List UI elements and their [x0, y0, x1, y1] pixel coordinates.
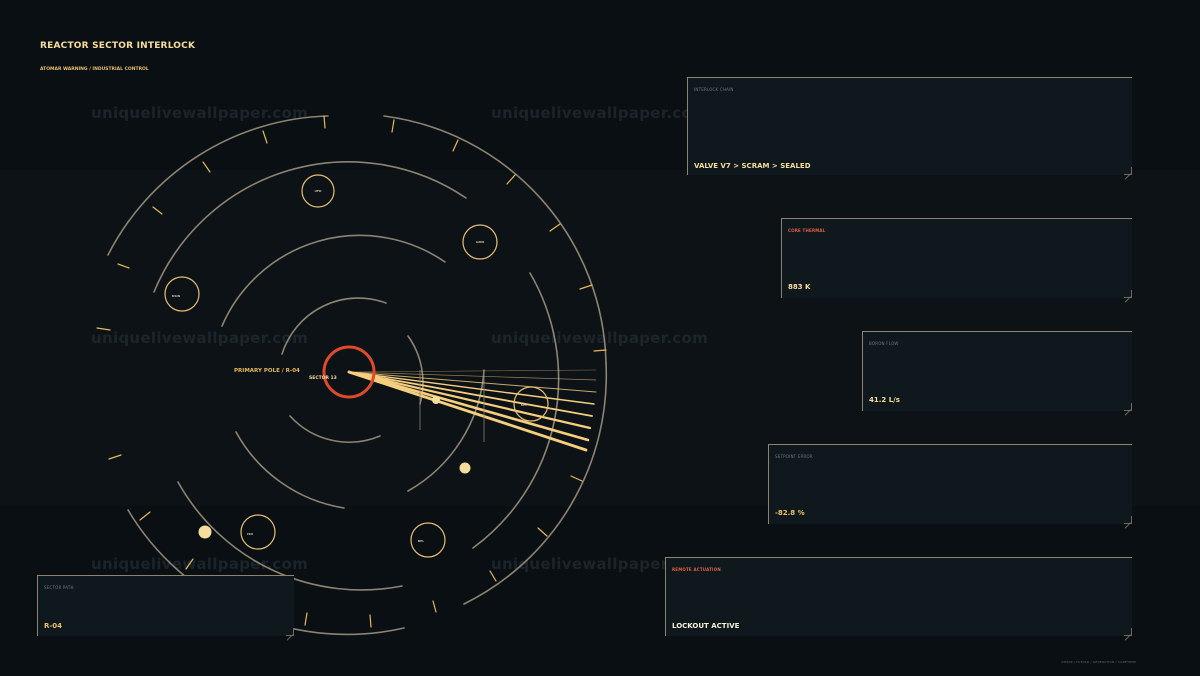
ring-2-arc: [153, 161, 467, 293]
marker-dot: [432, 396, 440, 404]
panel-value: 41.2 L/s: [869, 396, 900, 404]
panel-corner: [1124, 290, 1132, 298]
panel-label: REMOTE ACTUATION: [672, 567, 721, 572]
node-label: GMN: [476, 240, 484, 244]
node-label: BEL: [418, 539, 424, 543]
panel-corner: [1124, 516, 1132, 524]
outer-ring-arc: [107, 115, 329, 256]
panel-label: SECTOR PATH: [44, 585, 74, 590]
panel-value: -82.8 %: [775, 509, 805, 517]
panel-boron-flow: BORON FLOW 41.2 L/s: [862, 331, 1132, 411]
node-sec: [513, 386, 549, 422]
panel-value: 883 K: [788, 283, 811, 291]
ring-3-arc: [221, 234, 446, 327]
ring-3-arc: [235, 431, 345, 509]
panel-corner: [286, 628, 294, 636]
panel-label: CORE THERMAL: [788, 228, 826, 233]
panel-corner: [1124, 167, 1132, 175]
panel-corner: [1124, 628, 1132, 636]
node-bel: [410, 522, 446, 558]
node-dsin: [164, 276, 200, 312]
outer-ring-arc: [383, 115, 607, 364]
panel-sector-path: SECTOR PATH R-04: [37, 575, 294, 636]
panel-core-thermal: CORE THERMAL 883 K: [781, 218, 1132, 298]
panel-label: INTERLOCK CHAIN: [694, 87, 734, 92]
node-label: DSIN: [172, 294, 181, 298]
marker-dot: [198, 525, 212, 539]
panel-value: VALVE V7 > SCRAM > SEALED: [694, 162, 811, 170]
panel-remote-actuation: REMOTE ACTUATION LOCKOUT ACTIVE: [665, 557, 1132, 636]
panel-value: LOCKOUT ACTIVE: [672, 622, 740, 630]
panel-interlock-chain: INTERLOCK CHAIN VALVE V7 > SCRAM > SEALE…: [687, 77, 1132, 175]
outer-ring-arc: [463, 362, 608, 605]
node-isn: [240, 514, 276, 550]
marker-dot: [459, 462, 471, 474]
panel-label: BORON FLOW: [869, 341, 899, 346]
node-label: UFD: [315, 189, 322, 193]
footer-meta: ATMAR / FUELRD / GENERATION / CORETEMP: [1061, 660, 1136, 664]
center-label: SECTOR 13: [309, 375, 337, 381]
node-label: ISN: [247, 532, 253, 536]
primary-pole-label: PRIMARY POLE / R-04: [234, 368, 300, 374]
panel-value: R-04: [44, 622, 63, 630]
panel-label: SETPOINT ERROR: [775, 454, 813, 459]
ring-4-arc: [281, 297, 387, 355]
panel-corner: [1124, 403, 1132, 411]
panel-setpoint-error: SETPOINT ERROR -82.8 %: [768, 444, 1132, 524]
node-label: SEC: [521, 403, 528, 407]
ring-2-arc: [177, 481, 403, 591]
ring-4-arc: [289, 415, 381, 443]
